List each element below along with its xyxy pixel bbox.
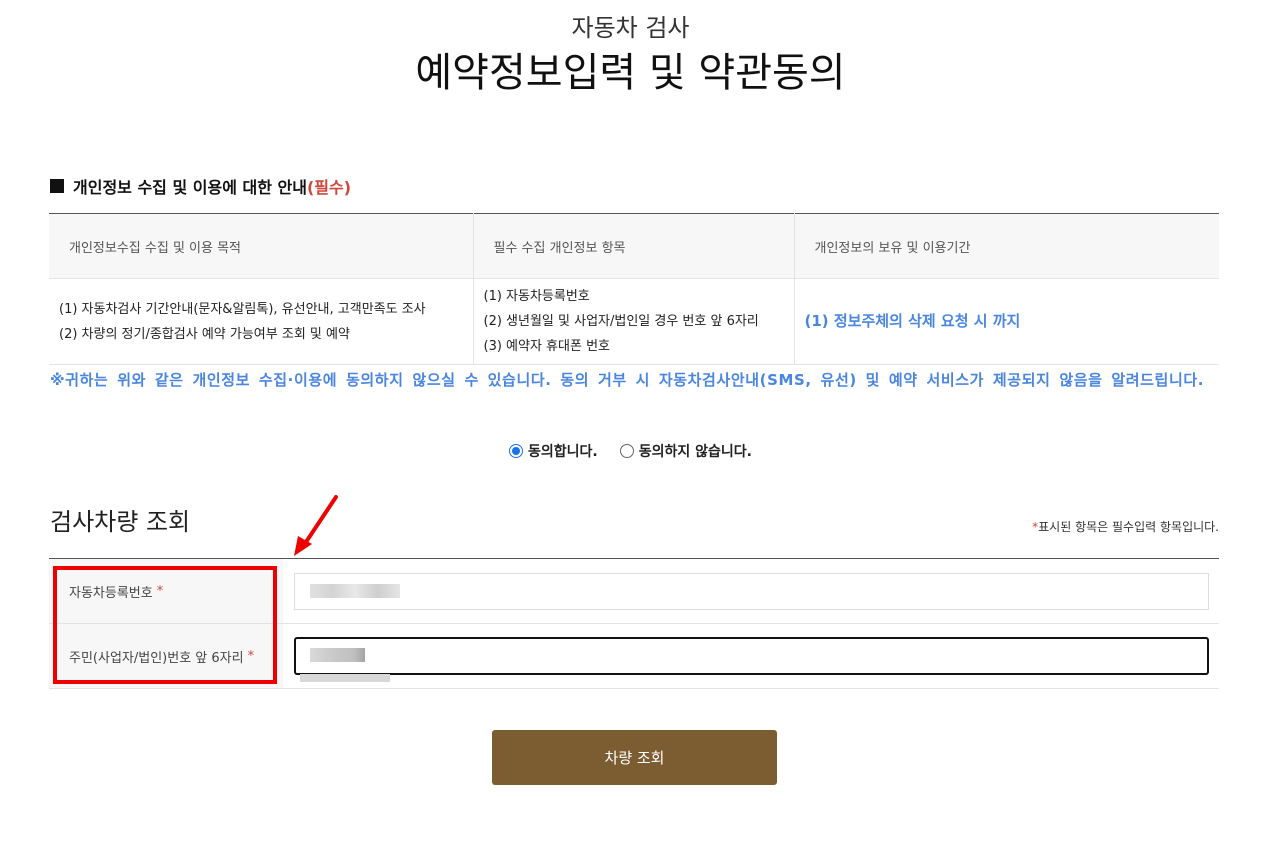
disagree-radio[interactable] [619,444,634,458]
masked-value [310,648,365,662]
privacy-info-table: 개인정보수집 수집 및 이용 목적 필수 수집 개인정보 항목 개인정보의 보유… [49,213,1219,365]
required-tag: (필수) [306,178,352,197]
square-bullet-icon [50,179,64,193]
id-number-input[interactable] [294,637,1209,675]
item-line: (1) 자동차등록번호 [483,289,590,304]
vehicle-section-title: 검사차량 조회 [50,508,191,536]
privacy-section-heading: 개인정보 수집 및 이용에 대한 안내 (필수) [50,174,351,198]
agree-label[interactable]: 동의합니다. [528,441,598,461]
registration-field-cell [283,559,1219,623]
table-header-row: 개인정보수집 수집 및 이용 목적 필수 수집 개인정보 항목 개인정보의 보유… [49,213,1219,279]
registration-input[interactable] [294,572,1209,610]
required-note-text: 표시된 항목은 필수입력 항목입니다. [1038,520,1219,534]
red-arrow-icon [294,495,338,556]
red-highlight-box [53,566,277,684]
item-line: (3) 예약자 휴대폰 번호 [483,339,611,354]
column-header-items: 필수 수집 개인정보 항목 [472,213,794,279]
disagree-label[interactable]: 동의하지 않습니다. [639,441,752,461]
page-subtitle: 자동차 검사 [571,14,690,42]
column-header-purpose: 개인정보수집 수집 및 이용 목적 [49,213,473,279]
vehicle-search-button[interactable]: 차량 조회 [492,730,777,785]
required-note: *표시된 항목은 필수입력 항목입니다. [1032,518,1219,535]
masked-autocomplete [300,674,390,682]
items-cell: (1) 자동차등록번호 (2) 생년월일 및 사업자/법인일 경우 번호 앞 6… [472,278,794,365]
column-header-period: 개인정보의 보유 및 이용기간 [793,213,1219,279]
consent-notice: ※귀하는 위와 같은 개인정보 수집·이용에 동의하지 않으실 수 있습니다. … [50,371,1205,389]
disagree-option[interactable]: 동의하지 않습니다. [619,441,752,461]
id-number-field-cell [283,624,1219,688]
purpose-line: (1) 자동차검사 기간안내(문자&알림톡), 유선안내, 고객만족도 조사 [59,301,426,317]
page-title: 예약정보입력 및 약관동의 [415,50,846,96]
agree-option[interactable]: 동의합니다. [509,441,598,461]
masked-value [310,584,400,598]
table-row: (1) 자동차검사 기간안내(문자&알림톡), 유선안내, 고객만족도 조사 (… [49,278,1219,365]
consent-radio-group: 동의합니다. 동의하지 않습니다. [0,441,1261,461]
period-cell: (1) 정보주체의 삭제 요청 시 까지 [793,278,1219,365]
agree-radio[interactable] [509,444,524,458]
privacy-section-title: 개인정보 수집 및 이용에 대한 안내 [73,178,307,197]
purpose-cell: (1) 자동차검사 기간안내(문자&알림톡), 유선안내, 고객만족도 조사 (… [49,278,473,365]
purpose-line: (2) 차량의 정기/종합검사 예약 가능여부 조회 및 예약 [59,326,350,342]
item-line: (2) 생년월일 및 사업자/법인일 경우 번호 앞 6자리 [483,314,759,329]
